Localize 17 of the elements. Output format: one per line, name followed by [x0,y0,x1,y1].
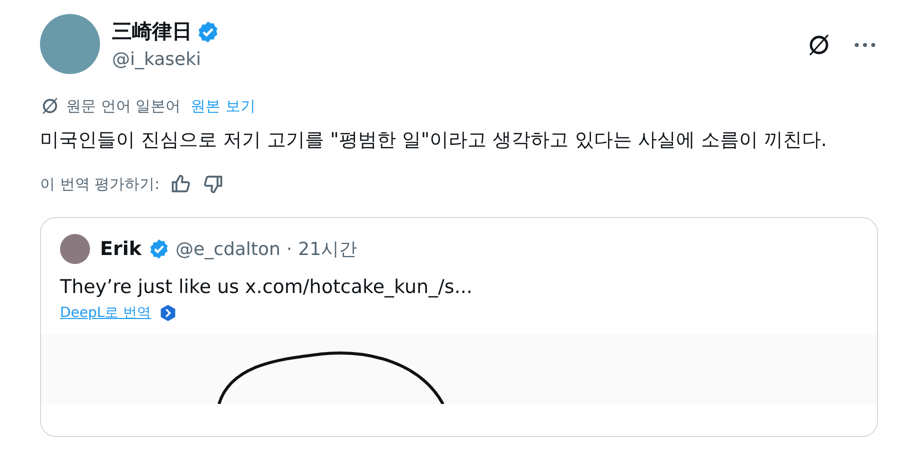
avatar-image[interactable] [60,234,90,264]
post-time[interactable]: 21시간 [298,237,358,261]
quoted-tweet-card[interactable]: Erik @e_cdalton · 21시간 They’re just like us x.com/hotcake_kun_/s... DeepL로 번역 [40,217,878,437]
author-name[interactable]: 三崎律日 [112,18,192,45]
rate-translation-label: 이 번역 평가하기: [40,174,160,194]
separator-dot: · [286,238,292,260]
quoted-author-handle[interactable]: @e_cdalton [176,238,280,260]
tweet-text: 미국인들이 진심으로 저기 고기를 "평범한 일"이라고 생각하고 있다는 사실에 소름이 끼친다. [40,128,828,153]
thumbs-down-icon[interactable] [202,173,224,195]
slashed-circle-icon [40,96,60,116]
quoted-tweet-text: They’re just like us x.com/hotcake_kun_/s... [59,276,474,298]
author-handle[interactable]: @i_kaseki [112,49,794,70]
thumbs-up-icon[interactable] [170,173,192,195]
more-icon[interactable] [854,41,876,49]
source-language-label: 원문 언어 일본어 [66,96,181,116]
hexagon-arrow-icon[interactable] [159,304,178,322]
quoted-author-name[interactable]: Erik [100,238,142,260]
